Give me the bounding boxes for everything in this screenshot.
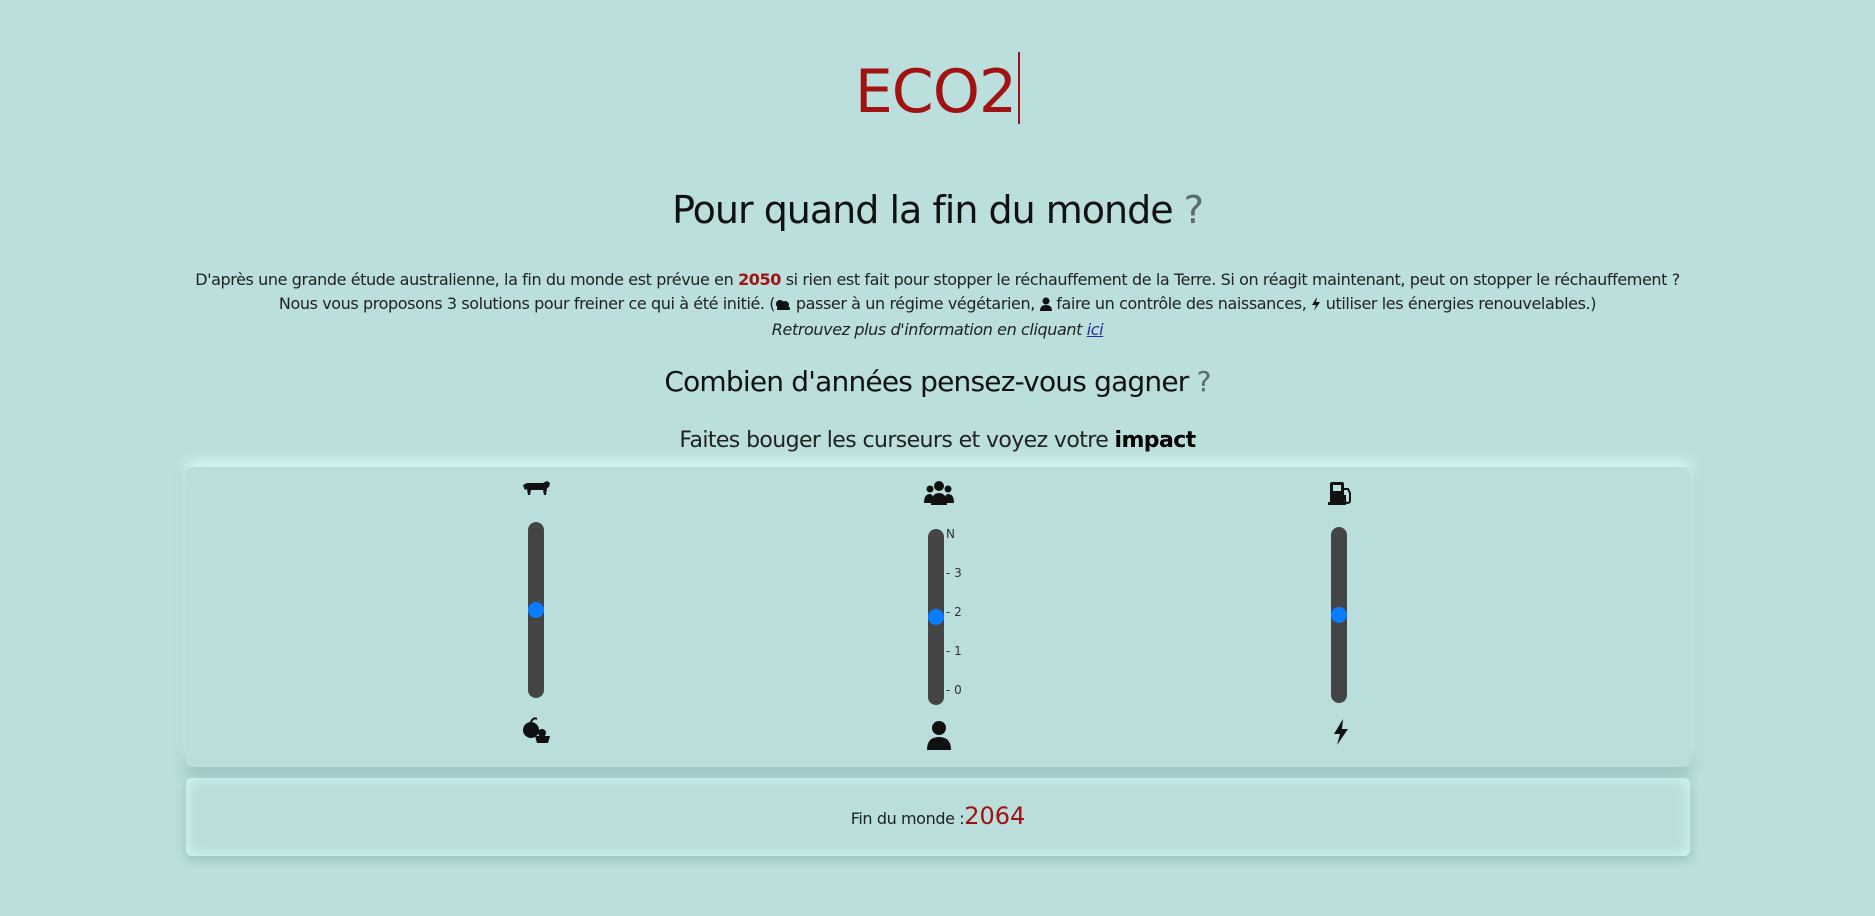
- page-title-qmark: ?: [1183, 188, 1204, 232]
- diet-slider-thumb[interactable]: [528, 602, 544, 618]
- population-slider-thumb[interactable]: [928, 609, 944, 625]
- intro-text-1: D'après une grande étude australienne, l…: [195, 270, 734, 289]
- vegetables-icon: [775, 294, 791, 318]
- text-caret: [1018, 52, 1021, 124]
- tick-0: - 0: [946, 683, 962, 697]
- lightning-icon: [1311, 719, 1371, 749]
- slider-diet: [506, 467, 566, 767]
- page-title-text: Pour quand la fin du monde: [672, 188, 1174, 232]
- result-panel: Fin du monde :2064: [186, 778, 1690, 856]
- more-info-link[interactable]: ici: [1087, 320, 1104, 339]
- more-info: Retrouvez plus d'information en cliquant…: [771, 320, 1104, 339]
- cow-icon: [506, 479, 566, 503]
- tick-3: - 3: [946, 566, 962, 580]
- fuel-pump-icon: [1311, 481, 1371, 509]
- population-ticks: N - 3 - 2 - 1 - 0: [946, 527, 966, 707]
- question-text: Combien d'années pensez-vous gagner: [664, 365, 1189, 398]
- result-label: Fin du monde :: [850, 809, 965, 828]
- question-qmark: ?: [1196, 365, 1212, 398]
- intro-year: 2050: [738, 270, 781, 289]
- question-heading: Combien d'années pensez-vous gagner ?: [0, 365, 1875, 398]
- vegetables-icon: [506, 716, 566, 750]
- site-logo: ECO2: [0, 52, 1875, 127]
- logo-text: ECO2: [854, 57, 1017, 127]
- slider-population: N - 3 - 2 - 1 - 0: [909, 467, 969, 767]
- page-title: Pour quand la fin du monde ?: [0, 188, 1875, 232]
- tick-n: N: [946, 527, 955, 541]
- energy-slider-thumb[interactable]: [1331, 607, 1347, 623]
- instructions: Faites bouger les curseurs et voyez votr…: [0, 428, 1875, 453]
- person-icon: [909, 720, 969, 754]
- person-icon: [1039, 294, 1052, 318]
- intro-paragraph: D'après une grande étude australienne, l…: [185, 268, 1690, 342]
- result-line: Fin du monde :2064: [186, 802, 1690, 830]
- tick-2: - 2: [946, 605, 962, 619]
- people-group-icon: [909, 479, 969, 509]
- intro-solution-3: utiliser les énergies renouvelables.): [1325, 294, 1597, 313]
- intro-solution-2: faire un contrôle des naissances,: [1056, 294, 1307, 313]
- lightning-icon: [1311, 294, 1321, 318]
- instructions-bold: impact: [1114, 428, 1197, 453]
- instructions-text: Faites bouger les curseurs et voyez votr…: [679, 428, 1109, 453]
- result-value: 2064: [964, 802, 1026, 830]
- sliders-panel: N - 3 - 2 - 1 - 0: [186, 467, 1690, 767]
- tick-1: - 1: [946, 644, 962, 658]
- intro-solution-1: passer à un régime végétarien,: [795, 294, 1035, 313]
- more-info-text: Retrouvez plus d'information en cliquant: [771, 320, 1083, 339]
- slider-energy: [1311, 467, 1371, 767]
